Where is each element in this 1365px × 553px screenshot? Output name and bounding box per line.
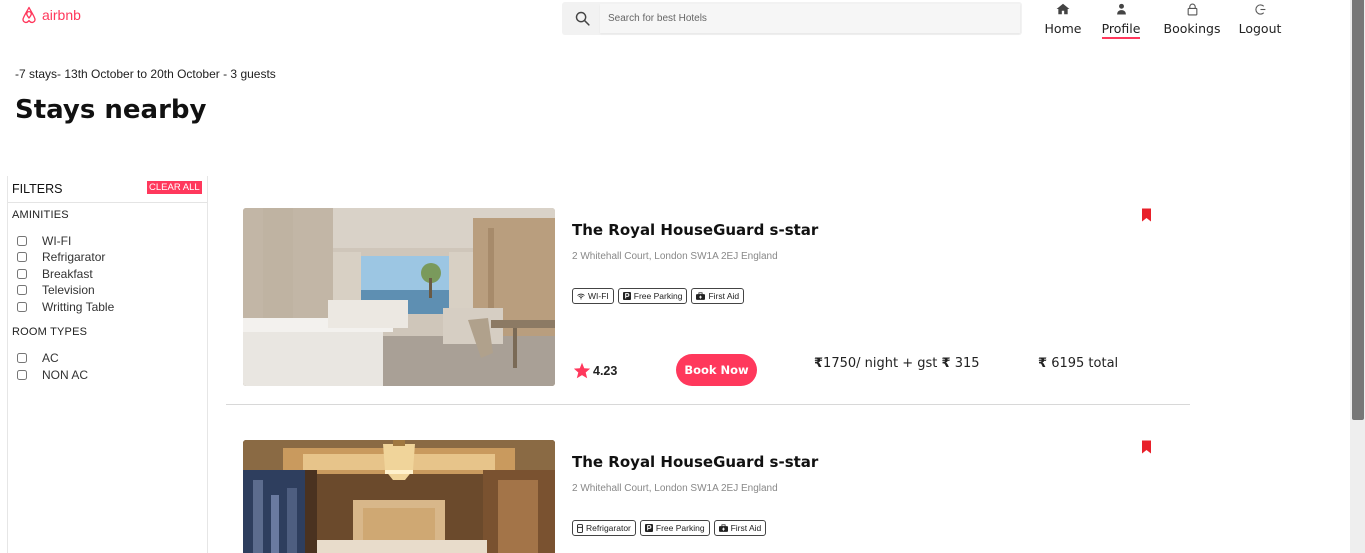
first-aid-icon bbox=[696, 292, 706, 300]
hotel-address: 2 Whitehall Court, London SW1A 2EJ Engla… bbox=[572, 251, 778, 262]
amenity-writting-table-checkbox[interactable] bbox=[17, 302, 27, 312]
price-text: 1750/ night + gst bbox=[823, 356, 938, 371]
nav-home-label: Home bbox=[1044, 21, 1082, 36]
parking-icon bbox=[622, 292, 631, 300]
filters-title: FILTERS bbox=[12, 182, 63, 196]
listing-card: The Royal HouseGuard s-star 2 Whitehall … bbox=[243, 440, 1193, 553]
lock-icon bbox=[1187, 1, 1198, 17]
nav-profile[interactable]: Profile bbox=[1092, 0, 1150, 39]
amenity-breakfast-checkbox[interactable] bbox=[17, 269, 27, 279]
logout-icon bbox=[1254, 1, 1267, 17]
amenity-label: WI-FI bbox=[42, 234, 72, 248]
hotel-image[interactable] bbox=[243, 208, 555, 386]
tag-label: First Aid bbox=[708, 291, 740, 301]
airbnb-logo-icon bbox=[22, 6, 36, 24]
amenity-label: Breakfast bbox=[42, 267, 93, 281]
nav-logout-label: Logout bbox=[1238, 21, 1282, 36]
amenity-tags: Refrigarator Free Parking First Aid bbox=[572, 520, 767, 536]
room-type-non-ac-checkbox[interactable] bbox=[17, 370, 27, 380]
room-types-label: ROOM TYPES bbox=[12, 326, 88, 338]
amenity-refrigarator-checkbox[interactable] bbox=[17, 252, 27, 262]
nav-bookings[interactable]: Bookings bbox=[1159, 0, 1225, 39]
room-type-ac-checkbox[interactable] bbox=[17, 353, 27, 363]
nav-logout[interactable]: Logout bbox=[1230, 0, 1290, 39]
amenity-television[interactable]: Television bbox=[17, 283, 95, 297]
tag-first-aid: First Aid bbox=[691, 288, 745, 304]
amenity-tags: WI-FI Free Parking First Aid bbox=[572, 288, 745, 304]
tag-label: Free Parking bbox=[633, 291, 683, 301]
airbnb-logo[interactable]: airbnb bbox=[20, 6, 81, 24]
search-bar bbox=[562, 2, 1022, 35]
tag-wifi: WI-FI bbox=[572, 288, 614, 304]
fridge-icon bbox=[577, 523, 583, 533]
nav-home[interactable]: Home bbox=[1035, 0, 1091, 39]
amenity-breakfast[interactable]: Breakfast bbox=[17, 267, 93, 281]
bookmark-icon[interactable] bbox=[1141, 440, 1152, 459]
nav-profile-label: Profile bbox=[1101, 21, 1141, 39]
filters-panel: FILTERS CLEAR ALL AMINITIES WI-FI Refrig… bbox=[7, 176, 208, 553]
gst-amount: 315 bbox=[954, 356, 980, 371]
room-type-label: AC bbox=[42, 351, 59, 365]
tag-free-parking: Free Parking bbox=[617, 288, 688, 304]
tag-label: Refrigarator bbox=[586, 523, 631, 533]
wifi-icon bbox=[577, 293, 585, 299]
amenities-label: AMINITIES bbox=[12, 209, 69, 221]
bookmark-icon[interactable] bbox=[1141, 208, 1152, 227]
first-aid-icon bbox=[718, 524, 728, 532]
total-price: ₹ 6195 total bbox=[1038, 356, 1118, 371]
amenity-label: Writting Table bbox=[42, 300, 115, 314]
rupee-icon: ₹ bbox=[941, 356, 951, 371]
logo-text: airbnb bbox=[42, 7, 81, 23]
hotel-address: 2 Whitehall Court, London SW1A 2EJ Engla… bbox=[572, 483, 778, 494]
search-icon[interactable] bbox=[564, 10, 600, 27]
amenity-writting-table[interactable]: Writting Table bbox=[17, 300, 114, 314]
hotel-name[interactable]: The Royal HouseGuard s-star bbox=[572, 221, 818, 239]
amenity-wifi-checkbox[interactable] bbox=[17, 236, 27, 246]
tag-label: WI-FI bbox=[588, 291, 609, 301]
listing-card: The Royal HouseGuard s-star 2 Whitehall … bbox=[243, 208, 1193, 388]
hotel-rating: 4.23 bbox=[573, 362, 617, 379]
amenity-label: Television bbox=[42, 283, 95, 297]
nav-bookings-label: Bookings bbox=[1163, 21, 1221, 36]
top-nav: Home Profile Bookings Logout bbox=[1035, 0, 1290, 39]
price-per-night: ₹1750/ night + gst ₹ 315 bbox=[814, 356, 980, 371]
tag-label: Free Parking bbox=[655, 523, 705, 533]
hotel-image[interactable] bbox=[243, 440, 555, 553]
tag-first-aid: First Aid bbox=[713, 520, 767, 536]
rating-value: 4.23 bbox=[593, 363, 618, 378]
tag-refrigarator: Refrigarator bbox=[572, 520, 636, 536]
amenity-wifi[interactable]: WI-FI bbox=[17, 234, 71, 248]
listing-divider bbox=[226, 404, 1190, 405]
tag-label: First Aid bbox=[730, 523, 762, 533]
rupee-icon: ₹ bbox=[814, 356, 824, 371]
tag-free-parking: Free Parking bbox=[639, 520, 710, 536]
amenity-label: Refrigarator bbox=[42, 250, 106, 264]
hotel-name[interactable]: The Royal HouseGuard s-star bbox=[572, 453, 818, 471]
star-icon bbox=[573, 362, 591, 379]
amenity-refrigarator[interactable]: Refrigarator bbox=[17, 250, 105, 264]
page-scrollbar[interactable] bbox=[1350, 0, 1365, 553]
search-input[interactable] bbox=[600, 4, 1020, 33]
scrollbar-thumb[interactable] bbox=[1352, 0, 1364, 420]
book-now-button[interactable]: Book Now bbox=[676, 354, 757, 386]
home-icon bbox=[1056, 1, 1070, 17]
clear-all-button[interactable]: CLEAR ALL bbox=[147, 181, 202, 194]
filters-header: FILTERS CLEAR ALL bbox=[8, 176, 207, 203]
room-type-non-ac[interactable]: NON AC bbox=[17, 368, 88, 382]
parking-icon bbox=[644, 524, 653, 532]
user-icon bbox=[1116, 1, 1127, 17]
stay-summary: -7 stays- 13th October to 20th October -… bbox=[15, 67, 276, 81]
page-title: Stays nearby bbox=[15, 95, 207, 125]
amenity-television-checkbox[interactable] bbox=[17, 285, 27, 295]
rupee-icon: ₹ bbox=[1038, 356, 1048, 371]
total-label: total bbox=[1088, 356, 1119, 371]
total-amount: 6195 bbox=[1051, 356, 1085, 371]
room-type-label: NON AC bbox=[42, 368, 89, 382]
room-type-ac[interactable]: AC bbox=[17, 351, 59, 365]
